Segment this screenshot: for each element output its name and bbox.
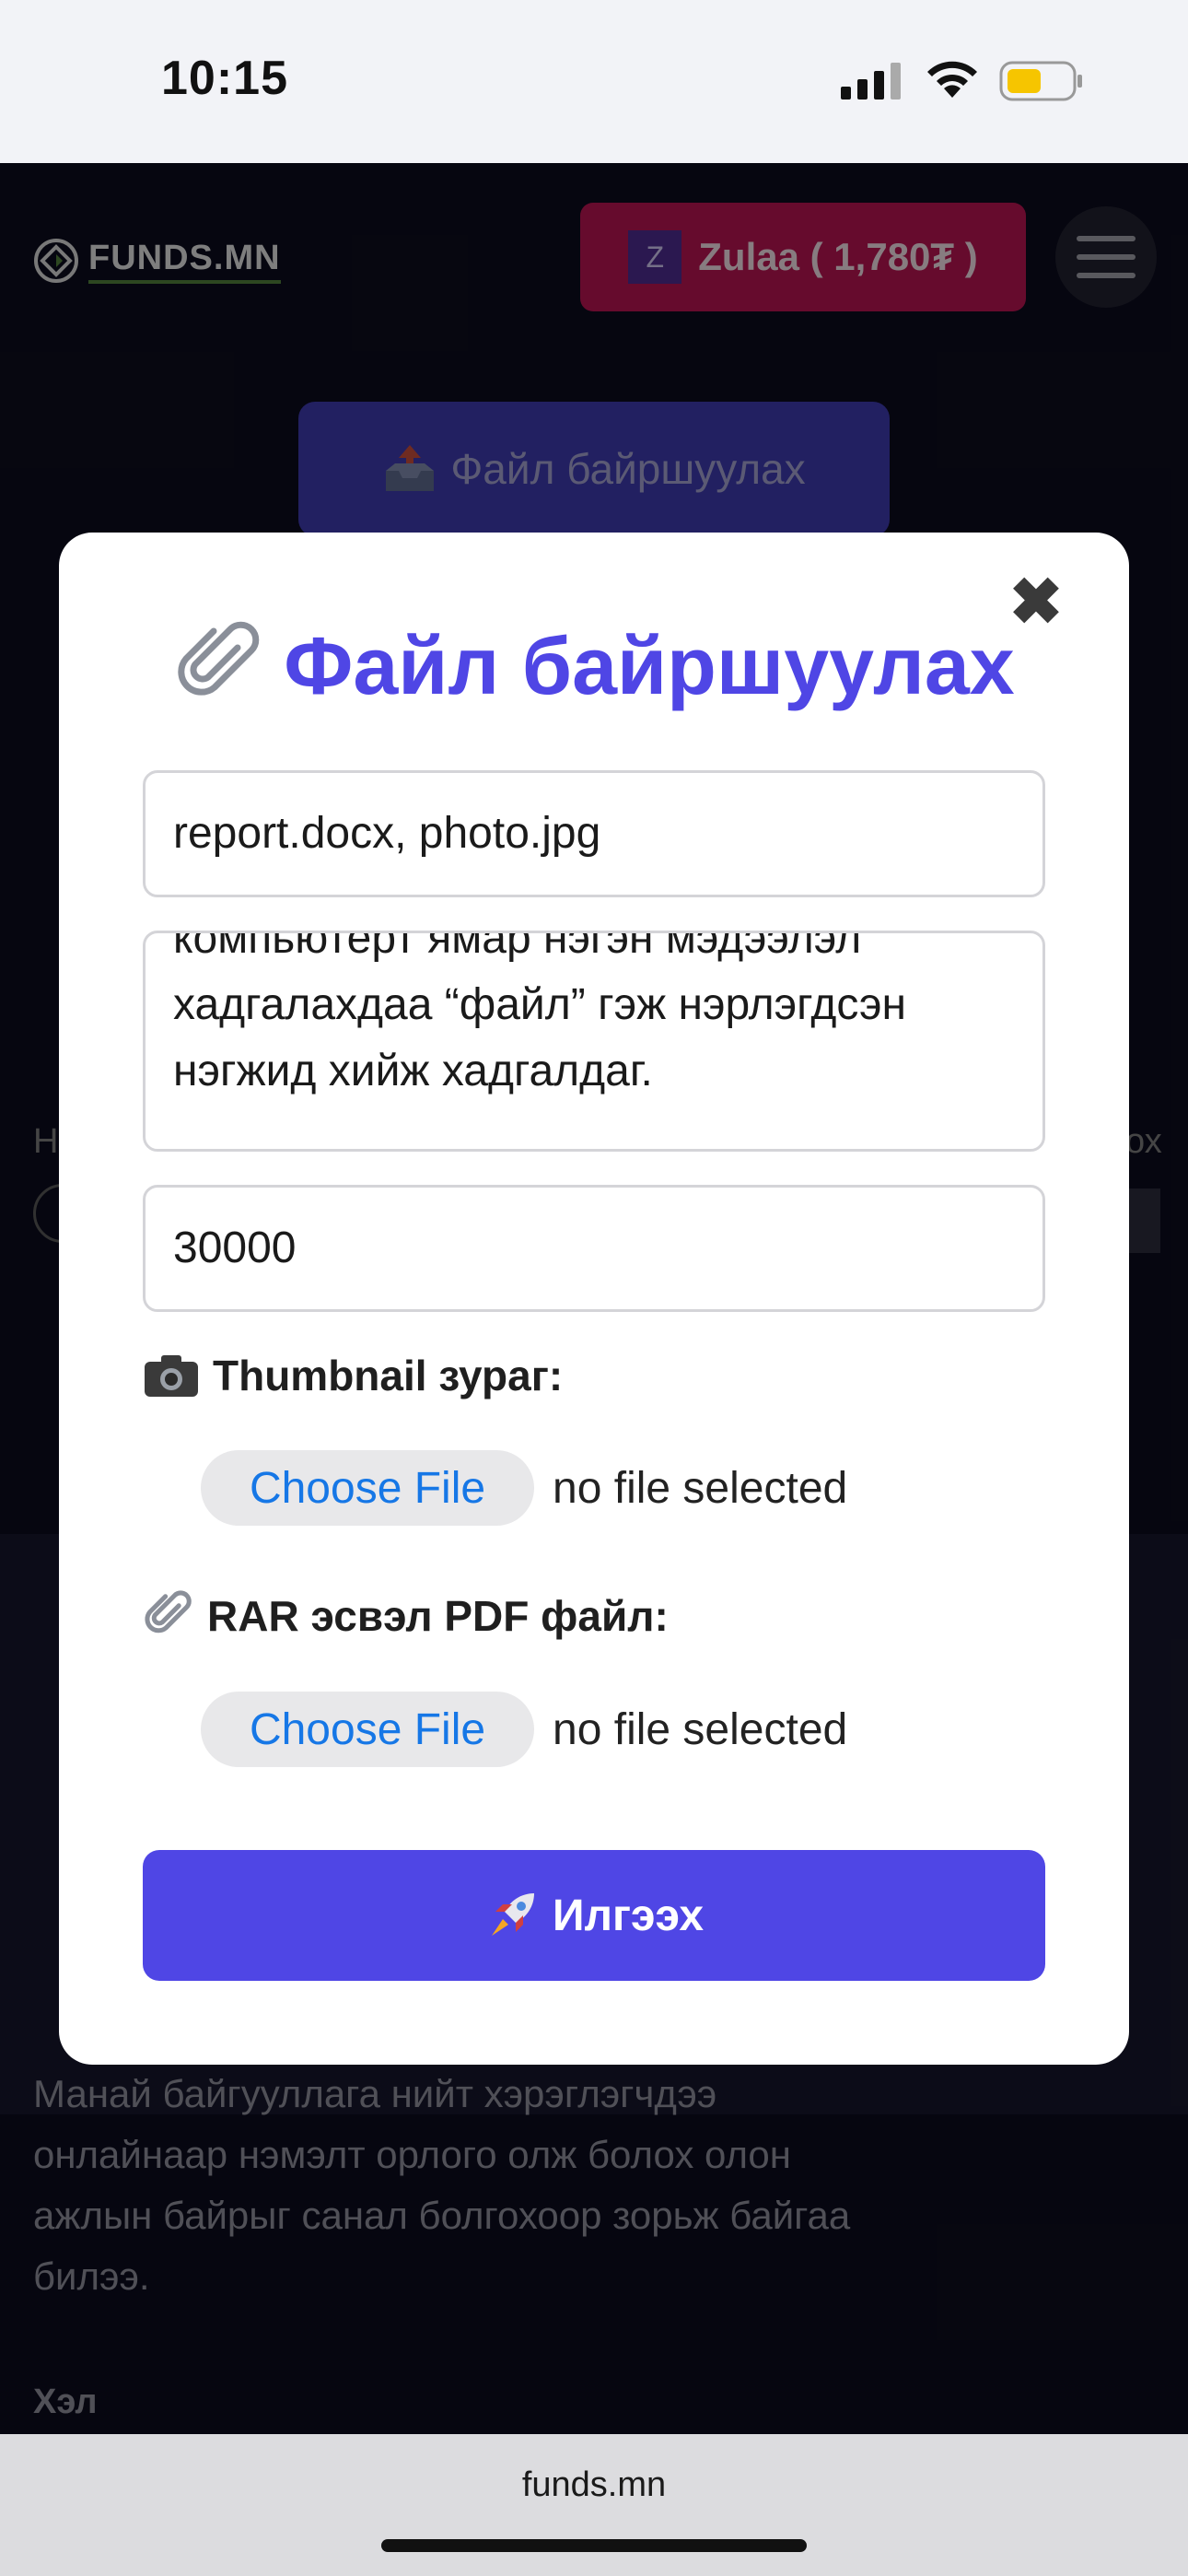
submit-button[interactable]: Илгээх	[143, 1850, 1045, 1981]
price-input[interactable]: 30000	[143, 1185, 1045, 1312]
archive-file-label: RAR эсвэл PDF файл:	[143, 1590, 669, 1642]
thumbnail-label-text: Thumbnail зураг:	[213, 1352, 564, 1399]
paperclip-icon	[178, 621, 260, 696]
thumbnail-file-status: no file selected	[553, 1463, 848, 1513]
archive-file-picker: Choose File no file selected	[201, 1692, 847, 1767]
thumbnail-choose-file-button[interactable]: Choose File	[201, 1450, 534, 1526]
status-bar: 10:15	[0, 0, 1188, 163]
rocket-icon	[491, 1893, 534, 1936]
archive-file-label-text: RAR эсвэл PDF файл:	[207, 1592, 669, 1640]
wifi-icon	[927, 61, 977, 98]
description-textarea[interactable]: компьютерт ямар нэгэн мэдээлэл хадгалахд…	[143, 931, 1045, 1152]
description-text: компьютерт ямар нэгэн мэдээлэл хадгалахд…	[173, 931, 906, 1095]
paperclip-icon	[145, 1590, 192, 1633]
file-name-input[interactable]: report.docx, photo.jpg	[143, 770, 1045, 897]
browser-url[interactable]: funds.mn	[0, 2465, 1188, 2505]
archive-file-status: no file selected	[553, 1704, 848, 1754]
submit-button-label: Илгээх	[552, 1891, 705, 1940]
cellular-signal-icon	[841, 63, 901, 100]
thumbnail-file-picker: Choose File no file selected	[201, 1450, 847, 1526]
thumbnail-label: Thumbnail зураг:	[143, 1351, 563, 1400]
home-indicator[interactable]	[381, 2539, 807, 2552]
status-time: 10:15	[161, 52, 288, 105]
browser-address-bar[interactable]	[0, 2434, 1188, 2576]
modal-title-text: Файл байршуулах	[284, 620, 1015, 711]
camera-icon	[145, 1355, 198, 1397]
modal-title: Файл байршуулах	[59, 619, 1129, 713]
archive-choose-file-button[interactable]: Choose File	[201, 1692, 534, 1767]
battery-icon	[999, 61, 1082, 101]
